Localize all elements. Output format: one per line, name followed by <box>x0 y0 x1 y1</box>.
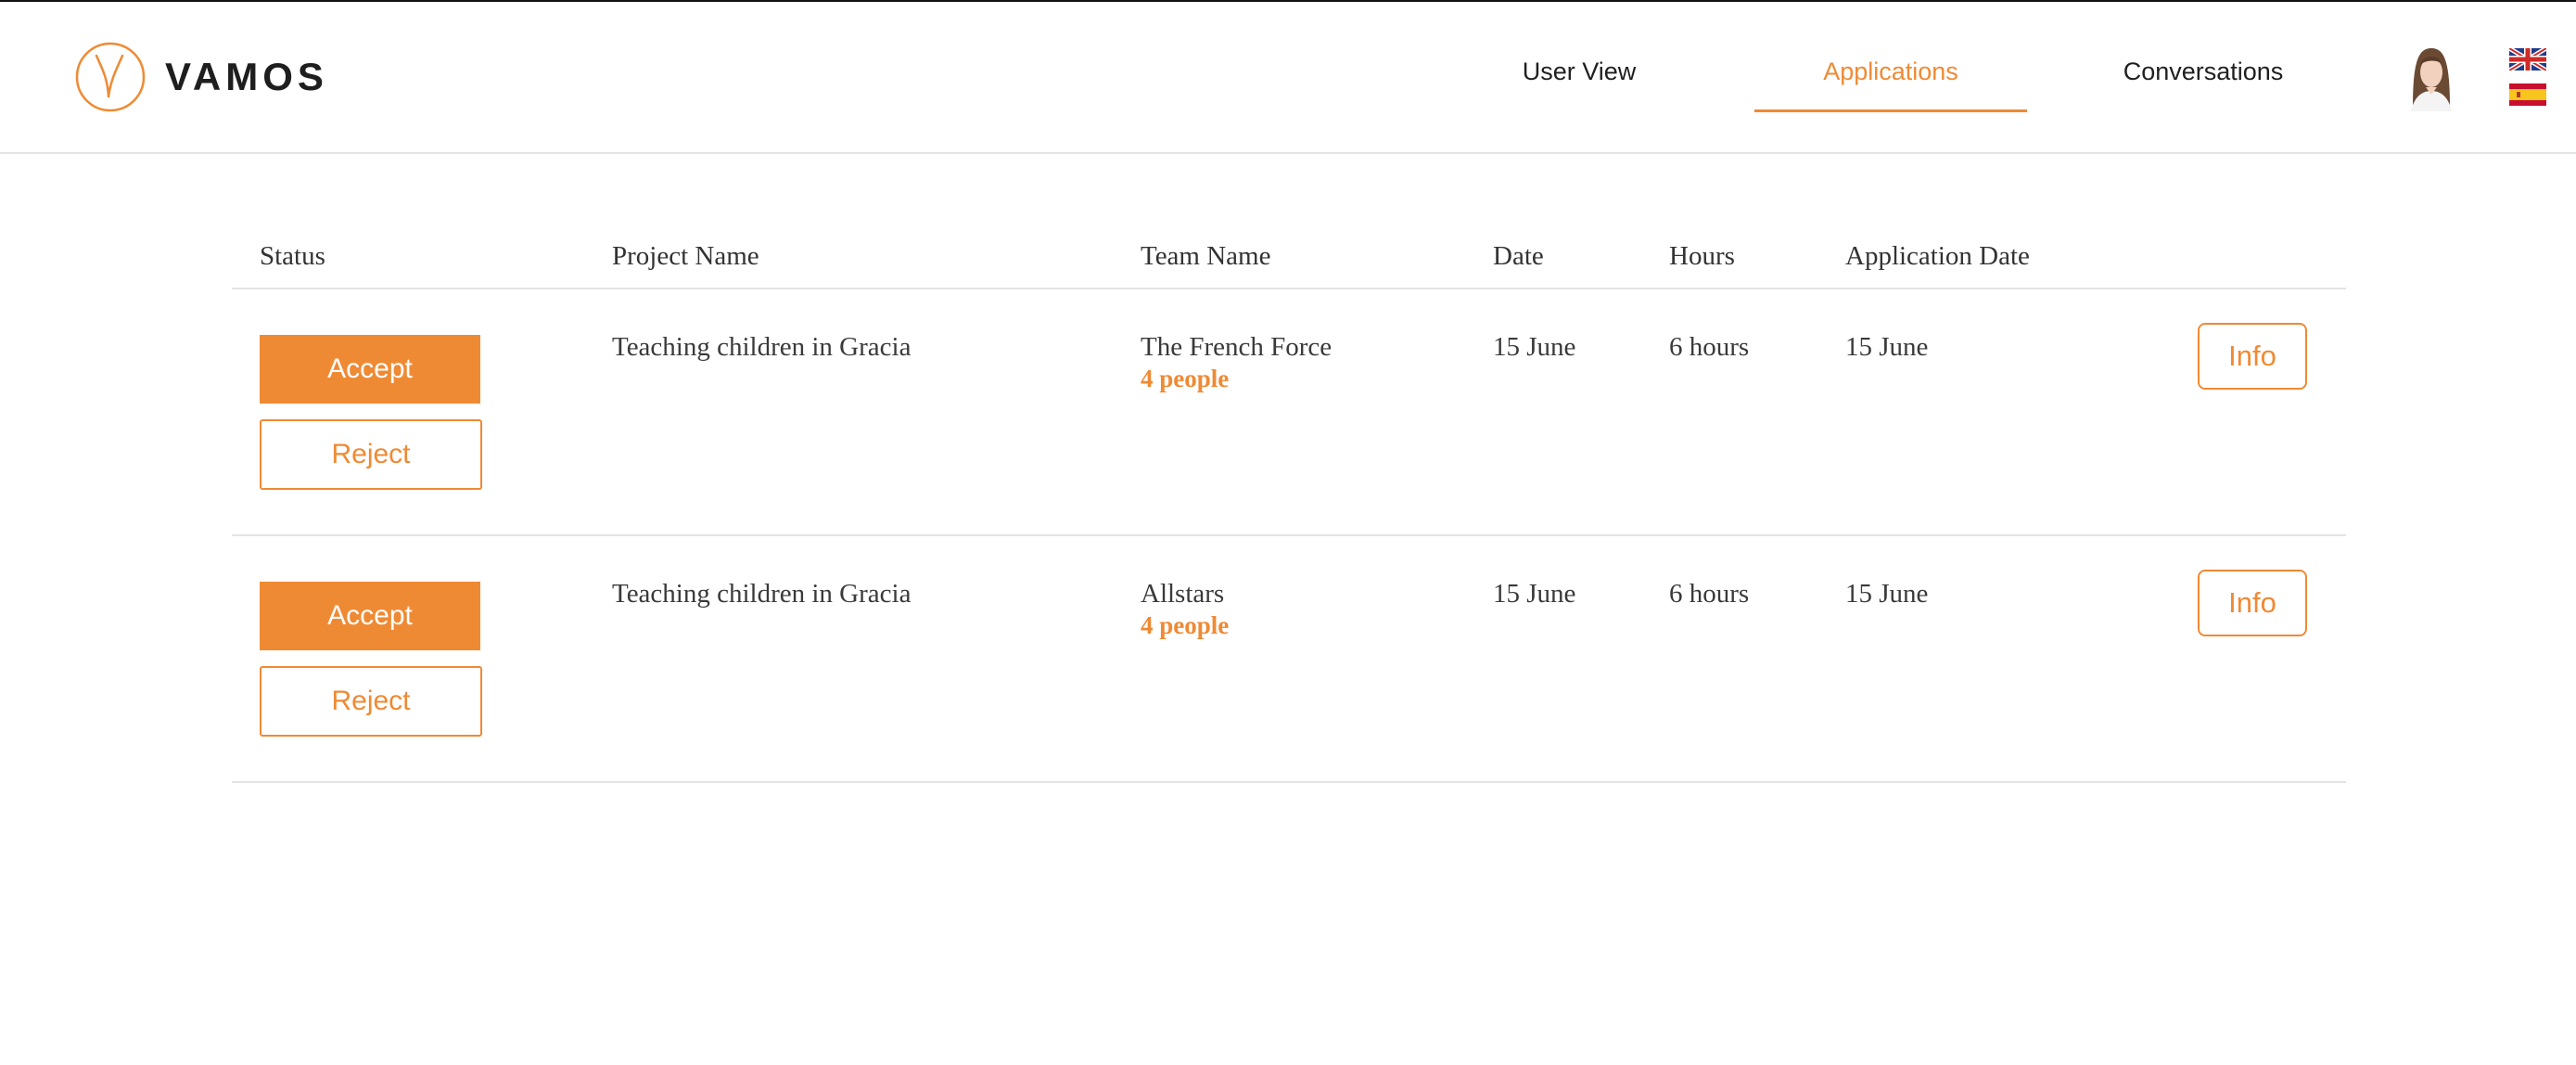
spanish-flag-icon <box>2509 83 2546 106</box>
table-row: Accept Reject Teaching children in Graci… <box>232 536 2346 783</box>
reject-button[interactable]: Reject <box>260 666 482 737</box>
avatar-icon <box>2402 43 2461 111</box>
project-name: Teaching children in Gracia <box>612 332 912 362</box>
application-date: 15 June <box>1845 332 1929 362</box>
reject-button[interactable]: Reject <box>260 419 482 490</box>
english-flag-icon <box>2509 48 2546 71</box>
column-team-name: Team Name <box>1141 241 1271 271</box>
language-english[interactable] <box>2509 48 2546 71</box>
info-button[interactable]: Info <box>2198 570 2307 636</box>
language-spanish[interactable] <box>2509 83 2546 106</box>
hours: 6 hours <box>1669 332 1750 362</box>
active-tab-indicator <box>1754 109 2027 112</box>
team-name: Allstars <box>1141 579 1225 609</box>
column-project-name: Project Name <box>612 241 759 271</box>
accept-button[interactable]: Accept <box>260 582 480 650</box>
column-application-date: Application Date <box>1845 241 2030 271</box>
vamos-logo-icon <box>75 42 146 112</box>
team-size: 4 people <box>1141 365 1230 392</box>
date: 15 June <box>1493 332 1576 362</box>
top-navigation-bar: VAMOS User View Applications Conversatio… <box>0 2 2576 154</box>
user-avatar[interactable] <box>2402 43 2461 111</box>
hours: 6 hours <box>1669 579 1750 609</box>
info-button[interactable]: Info <box>2198 323 2307 390</box>
applications-table: Status Project Name Team Name Date Hours… <box>232 213 2346 783</box>
team-cell: The French Force 4 people <box>1141 332 1332 393</box>
date: 15 June <box>1493 579 1576 609</box>
table-row: Accept Reject Teaching children in Graci… <box>232 289 2346 536</box>
brand-name: VAMOS <box>165 55 328 98</box>
team-name: The French Force <box>1141 332 1333 362</box>
nav-conversations[interactable]: Conversations <box>2092 58 2315 98</box>
table-header: Status Project Name Team Name Date Hours… <box>232 213 2346 289</box>
project-name: Teaching children in Gracia <box>612 579 912 609</box>
column-date: Date <box>1493 241 1544 271</box>
nav-user-view[interactable]: User View <box>1484 58 1675 98</box>
team-size: 4 people <box>1141 611 1230 639</box>
team-cell: Allstars 4 people <box>1141 579 1229 640</box>
nav-applications[interactable]: Applications <box>1754 58 2027 98</box>
brand-logo[interactable]: VAMOS <box>74 41 328 113</box>
application-date: 15 June <box>1845 579 1929 609</box>
column-status: Status <box>260 241 325 271</box>
column-hours: Hours <box>1669 241 1735 271</box>
accept-button[interactable]: Accept <box>260 335 480 404</box>
